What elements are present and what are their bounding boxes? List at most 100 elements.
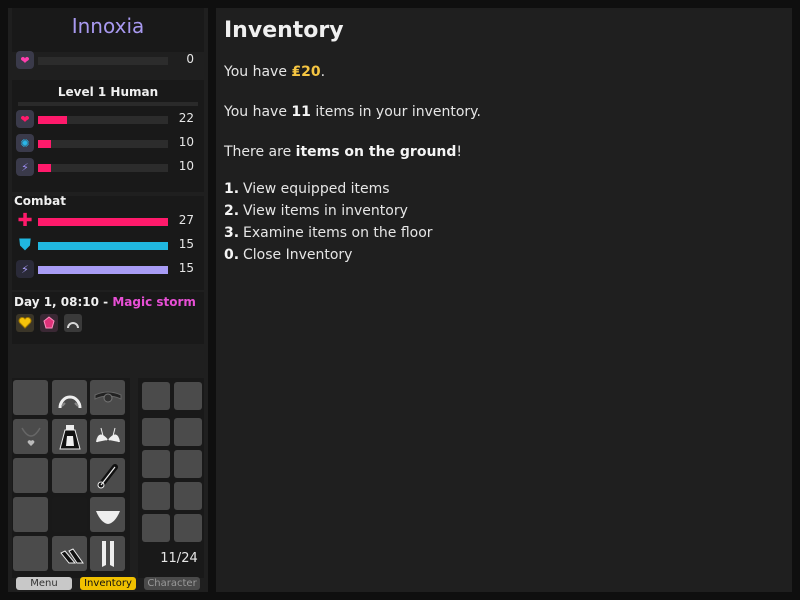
attribute-row-health: ❤ 22 [14,110,200,128]
attr-fill-2 [38,164,51,172]
ground-suffix: ! [456,144,463,160]
health-cross-icon[interactable]: ✚ [16,212,34,230]
level-title[interactable]: Level 1 Human [8,85,208,99]
time-separator: - [98,295,113,309]
attr-fill-1 [38,140,51,148]
option-label: Examine items on the floor [243,225,433,241]
attribute-value: 22 [178,111,194,125]
inventory-slot[interactable] [142,514,170,542]
equip-slot-mouth[interactable] [90,380,125,415]
experience-bar [18,102,198,106]
option-examine-floor[interactable]: 3. Examine items on the floor [224,225,433,241]
option-label: View equipped items [243,181,390,197]
bra-icon [95,427,120,442]
combat-aura-bar [38,266,168,274]
equip-slot-ankle[interactable] [13,536,48,571]
player-name[interactable]: Innoxia [8,14,208,38]
combat-fill-2 [38,266,168,274]
health-bar [38,116,168,124]
heels-icon [59,547,84,563]
pink-crystal-icon[interactable] [40,314,58,332]
date-time: Day 1, 08:10 [14,295,99,309]
money-suffix: . [320,64,326,80]
combat-value: 15 [178,261,194,275]
lightning-icon[interactable]: ⚡ [16,158,34,176]
attribute-value: 10 [178,135,194,149]
equip-slot-weapon[interactable] [90,458,125,493]
option-view-inventory[interactable]: 2. View items in inventory [224,203,408,219]
option-close-inventory[interactable]: 0. Close Inventory [224,247,352,263]
combat-row-health: ✚ 27 [14,212,200,230]
shield-icon[interactable]: ⛊ [16,236,34,254]
combat-row-shield: ⛊ 15 [14,236,200,254]
heart-icon[interactable]: ❤ [16,110,34,128]
items-prefix: You have [224,104,292,120]
brain-icon[interactable]: ✺ [16,134,34,152]
equip-slot-chest[interactable] [90,419,125,454]
inventory-slot[interactable] [142,482,170,510]
option-key: 0. [224,247,240,263]
combat-fill-1 [38,242,168,250]
combat-value: 27 [178,213,194,227]
equip-slot-feet[interactable] [52,536,87,571]
attribute-row-energy: ⚡ 10 [14,158,200,176]
items-suffix: items in your inventory. [310,104,481,120]
equip-slot-torso[interactable] [52,419,87,454]
ground-items-line: There are items on the ground! [224,144,462,160]
weather-status: Magic storm [112,295,196,309]
equip-slot-hair[interactable] [52,380,87,415]
arousal-row: ❤ 0 [14,51,200,69]
option-key: 2. [224,203,240,219]
items-count: 11 [291,104,311,120]
main-panel: Inventory You have ₤20. You have 11 item… [216,8,792,592]
page-title: Inventory [224,18,344,43]
panties-icon [95,510,120,524]
combat-title: Combat [14,194,66,208]
heart-necklace-icon [20,427,41,446]
inventory-slot[interactable] [142,382,170,410]
combat-fill-0 [38,218,168,226]
inventory-slot[interactable] [142,418,170,446]
maid-dress-icon [58,424,81,449]
inventory-slot[interactable] [174,514,202,542]
equip-slot-blocked [52,497,87,532]
inventory-slot[interactable] [142,450,170,478]
stockings-icon [101,540,114,567]
intelligence-bar [38,140,168,148]
energy-bar [38,164,168,172]
tab-inventory[interactable]: Inventory [80,577,136,590]
aura-icon[interactable]: ⚡ [16,260,34,278]
gold-heart-icon[interactable] [16,314,34,332]
attr-fill-0 [38,116,67,124]
inventory-slot[interactable] [174,418,202,446]
attribute-row-intelligence: ✺ 10 [14,134,200,152]
equip-slot-groin[interactable] [90,497,125,532]
tab-menu[interactable]: Menu [16,577,72,590]
option-view-equipped[interactable]: 1. View equipped items [224,181,390,197]
headband-icon[interactable] [64,314,82,332]
time-line[interactable]: Day 1, 08:10 - Magic storm [14,295,196,309]
inventory-slot[interactable] [174,382,202,410]
equip-slot-wrist[interactable] [52,458,87,493]
equip-slot-hands[interactable] [13,458,48,493]
sidebar: Innoxia ❤ 0 Level 1 Human ❤ 22 ✺ 10 ⚡ 10… [8,8,208,592]
arousal-heart-icon[interactable]: ❤ [16,51,34,69]
money-prefix: You have [224,64,292,80]
arousal-bar [38,57,168,65]
ground-items-text: items on the ground [295,144,457,160]
ground-prefix: There are [224,144,296,160]
items-count-line: You have 11 items in your inventory. [224,104,481,120]
combat-value: 15 [178,237,194,251]
equip-slot-waist[interactable] [13,497,48,532]
tab-character[interactable]: Character [144,577,200,590]
inventory-slot[interactable] [174,482,202,510]
option-label: View items in inventory [243,203,408,219]
equip-slot-neck[interactable] [13,419,48,454]
inventory-slot[interactable] [174,450,202,478]
option-label: Close Inventory [243,247,353,263]
option-key: 1. [224,181,240,197]
equip-slot-legs[interactable] [90,536,125,571]
equip-slot-head[interactable] [13,380,48,415]
arousal-value: 0 [186,52,194,66]
headband-item-icon [58,395,81,408]
